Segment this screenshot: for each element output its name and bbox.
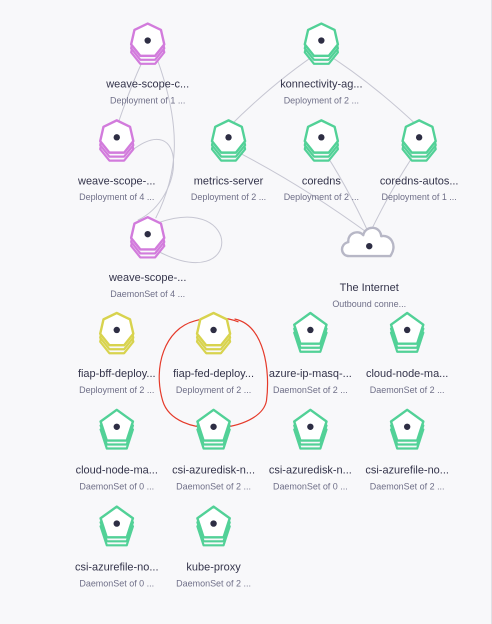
node-center-dot — [225, 134, 232, 141]
node-label: coredns-autos... — [380, 175, 459, 187]
node-center-dot — [318, 134, 325, 141]
node-sublabel: Deployment of 2 ... — [176, 385, 251, 395]
node-sublabel: DaemonSet of 0 ... — [79, 578, 154, 588]
node-internet[interactable]: The Internet Outbound conne... — [332, 226, 406, 309]
node-center-dot — [403, 423, 411, 430]
node-csi-file-1[interactable]: csi-azurefile-no... DaemonSet of 2 ... — [365, 408, 449, 492]
node-center-dot — [210, 423, 217, 430]
node-sublabel: DaemonSet of 2 ... — [176, 578, 251, 588]
node-label: weave-scope-... — [108, 272, 186, 284]
node-center-dot — [113, 326, 120, 334]
node-label: cloud-node-ma... — [76, 465, 158, 477]
node-label: csi-azurefile-no... — [75, 561, 159, 573]
node-sublabel: DaemonSet of 2 ... — [273, 385, 348, 395]
node-cloud-node-1[interactable]: cloud-node-ma... DaemonSet of 2 ... — [366, 311, 448, 395]
edge-weave-ds-to-weave-ds — [159, 216, 223, 264]
topology-graph: weave-scope-c... Deployment of 1 ... konne… — [75, 0, 492, 624]
node-label: csi-azurefile-no... — [365, 465, 449, 477]
node-center-dot — [113, 520, 120, 527]
node-sublabel: Deployment of 2 ... — [191, 192, 266, 202]
node-cloud-node-2[interactable]: cloud-node-ma... DaemonSet of 0 ... — [76, 408, 158, 492]
node-azure-ip[interactable]: azure-ip-masq-... DaemonSet of 2 ... — [269, 311, 352, 395]
node-center-dot — [366, 242, 373, 250]
node-sublabel: DaemonSet of 4 ... — [110, 289, 185, 299]
node-weave-c[interactable]: weave-scope-c... Deployment of 1 ... — [105, 22, 189, 106]
node-label: weave-scope-... — [77, 175, 155, 187]
node-center-dot — [210, 520, 217, 527]
node-sublabel: Deployment of 2 ... — [79, 385, 154, 395]
node-konn[interactable]: konnectivity-ag... Deployment of 2 ... — [280, 22, 363, 106]
node-center-dot — [403, 326, 411, 334]
node-sublabel: Deployment of 2 ... — [284, 95, 359, 105]
node-autosc[interactable]: coredns-autos... Deployment of 1 ... — [380, 119, 459, 202]
node-center-dot — [113, 134, 120, 141]
node-sublabel: DaemonSet of 2 ... — [176, 482, 251, 492]
nodes-layer: weave-scope-c... Deployment of 1 ... konne… — [75, 22, 459, 589]
cloud-icon — [340, 226, 395, 258]
node-center-dot — [415, 134, 423, 141]
node-center-dot — [210, 326, 217, 334]
node-sublabel: Deployment of 1 ... — [382, 192, 457, 202]
node-label: konnectivity-ag... — [280, 78, 362, 90]
node-label: coredns — [302, 175, 342, 187]
node-center-dot — [144, 230, 151, 238]
node-sublabel: DaemonSet of 0 ... — [79, 482, 154, 492]
node-sublabel: Deployment of 2 ... — [284, 192, 359, 202]
node-sublabel: DaemonSet of 2 ... — [370, 385, 445, 395]
node-sublabel: Deployment of 1 ... — [110, 95, 185, 105]
node-center-dot — [113, 423, 120, 430]
node-label: metrics-server — [194, 175, 264, 187]
node-sublabel: Deployment of 4 ... — [79, 192, 154, 202]
node-label: fiap-fed-deploy... — [173, 368, 254, 380]
node-center-dot — [144, 37, 151, 44]
node-sublabel: Outbound conne... — [332, 299, 406, 309]
node-sublabel: DaemonSet of 0 ... — [273, 482, 348, 492]
node-sublabel: DaemonSet of 2 ... — [370, 482, 445, 492]
node-kube-proxy[interactable]: kube-proxy DaemonSet of 2 ... — [176, 505, 251, 589]
edge-metrics-to-internet — [228, 146, 370, 235]
node-csi-disk-2[interactable]: csi-azuredisk-n... DaemonSet of 0 ... — [269, 408, 352, 492]
node-weave-a[interactable]: weave-scope-... Deployment of 4 ... — [77, 119, 155, 202]
node-label: The Internet — [340, 282, 399, 294]
node-label: csi-azuredisk-n... — [269, 465, 352, 477]
node-label: azure-ip-masq-... — [269, 368, 352, 380]
node-label: kube-proxy — [186, 561, 241, 573]
node-csi-disk-1[interactable]: csi-azuredisk-n... DaemonSet of 2 ... — [172, 408, 255, 492]
node-center-dot — [307, 423, 314, 430]
node-center-dot — [307, 326, 314, 334]
node-csi-file-2[interactable]: csi-azurefile-no... DaemonSet of 0 ... — [75, 505, 159, 589]
node-fiap-bff[interactable]: fiap-bff-deploy... Deployment of 2 ... — [78, 311, 156, 395]
node-label: weave-scope-c... — [105, 78, 189, 90]
node-center-dot — [318, 37, 325, 44]
node-label: csi-azuredisk-n... — [172, 465, 255, 477]
node-label: cloud-node-ma... — [366, 368, 448, 380]
node-coredns[interactable]: coredns Deployment of 2 ... — [284, 119, 359, 202]
node-label: fiap-bff-deploy... — [78, 368, 156, 380]
